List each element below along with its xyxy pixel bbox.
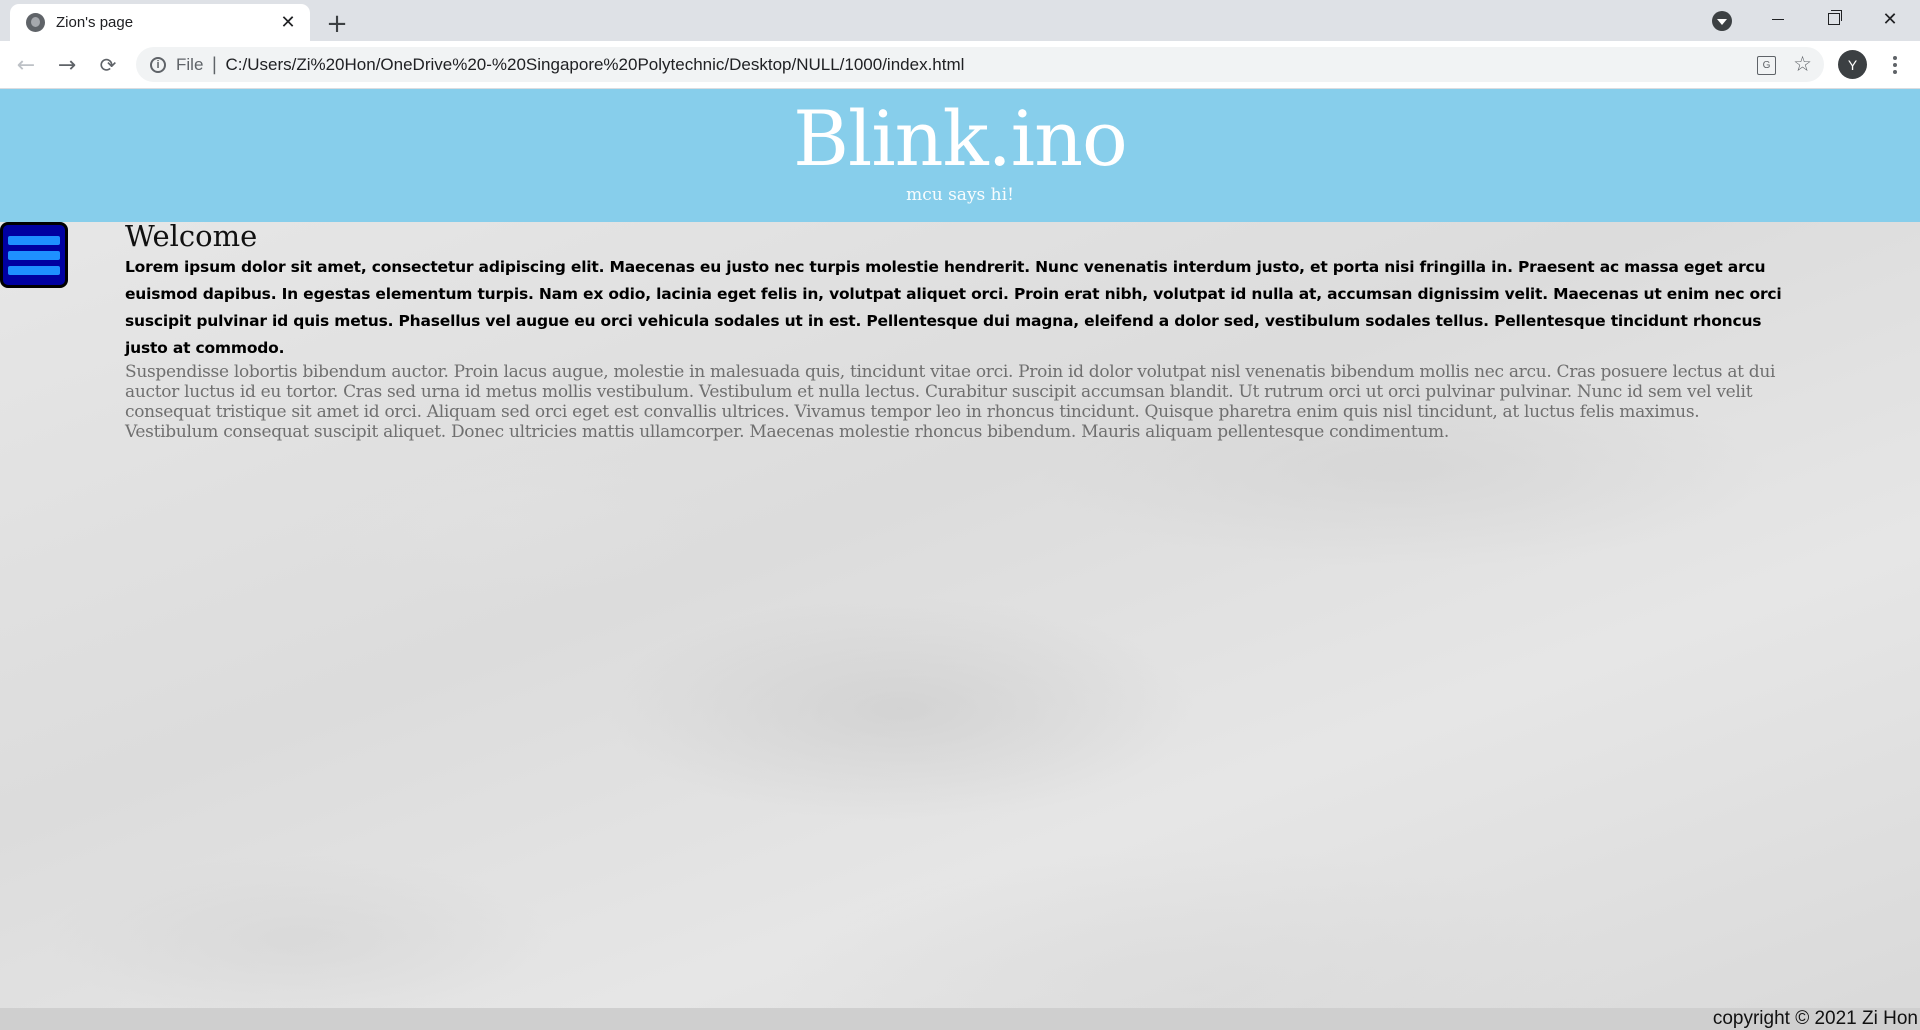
main-content: Welcome Lorem ipsum dolor sit amet, cons… [125,219,1795,442]
forward-button[interactable]: → [52,50,82,80]
restore-button[interactable] [1806,0,1862,38]
body-paragraph: Suspendisse lobortis bibendum auctor. Pr… [125,361,1776,442]
profile-avatar[interactable]: Y [1838,50,1867,79]
lead-paragraph: Lorem ipsum dolor sit amet, consectetur … [125,257,1782,357]
copyright-text: copyright © 2021 Zi Hon [1712,1008,1918,1029]
restore-icon [1828,10,1842,25]
browser-tab[interactable]: Zion's page ✕ [10,4,310,41]
tab-search-icon[interactable] [1712,11,1732,31]
welcome-heading: Welcome [125,219,258,253]
tab-strip: Zion's page ✕ + ✕ [0,0,1920,41]
site-footer: copyright © 2021 Zi Hon [0,1008,1920,1030]
minimize-icon [1772,18,1784,20]
window-close-button[interactable]: ✕ [1862,0,1918,38]
new-tab-button[interactable]: + [322,9,352,39]
tab-close-icon[interactable]: ✕ [276,11,300,35]
tab-title: Zion's page [56,14,134,31]
page-viewport: Blink.ino mcu says hi! Welcome Lorem ips… [0,89,1920,1030]
site-title: Blink.ino [793,94,1128,183]
bookmark-star-icon[interactable]: ☆ [1793,52,1812,76]
url-scheme: File [176,54,204,74]
url-separator: | [211,54,218,75]
site-tagline: mcu says hi! [906,185,1014,205]
site-header: Blink.ino mcu says hi! [0,89,1920,222]
hamburger-menu-icon[interactable] [0,222,68,288]
browser-toolbar: ← → ⟳ i File | C:/Users/Zi%20Hon/OneDriv… [0,41,1920,89]
globe-icon [26,13,45,32]
reload-button[interactable]: ⟳ [93,50,123,80]
minimize-button[interactable] [1750,0,1806,38]
browser-menu-icon[interactable] [1882,50,1908,80]
back-button[interactable]: ← [11,50,41,80]
translate-icon[interactable]: G [1757,56,1776,75]
address-bar[interactable]: i File | C:/Users/Zi%20Hon/OneDrive%20-%… [136,47,1824,82]
url-text[interactable]: C:/Users/Zi%20Hon/OneDrive%20-%20Singapo… [225,55,964,75]
info-icon[interactable]: i [150,56,166,73]
